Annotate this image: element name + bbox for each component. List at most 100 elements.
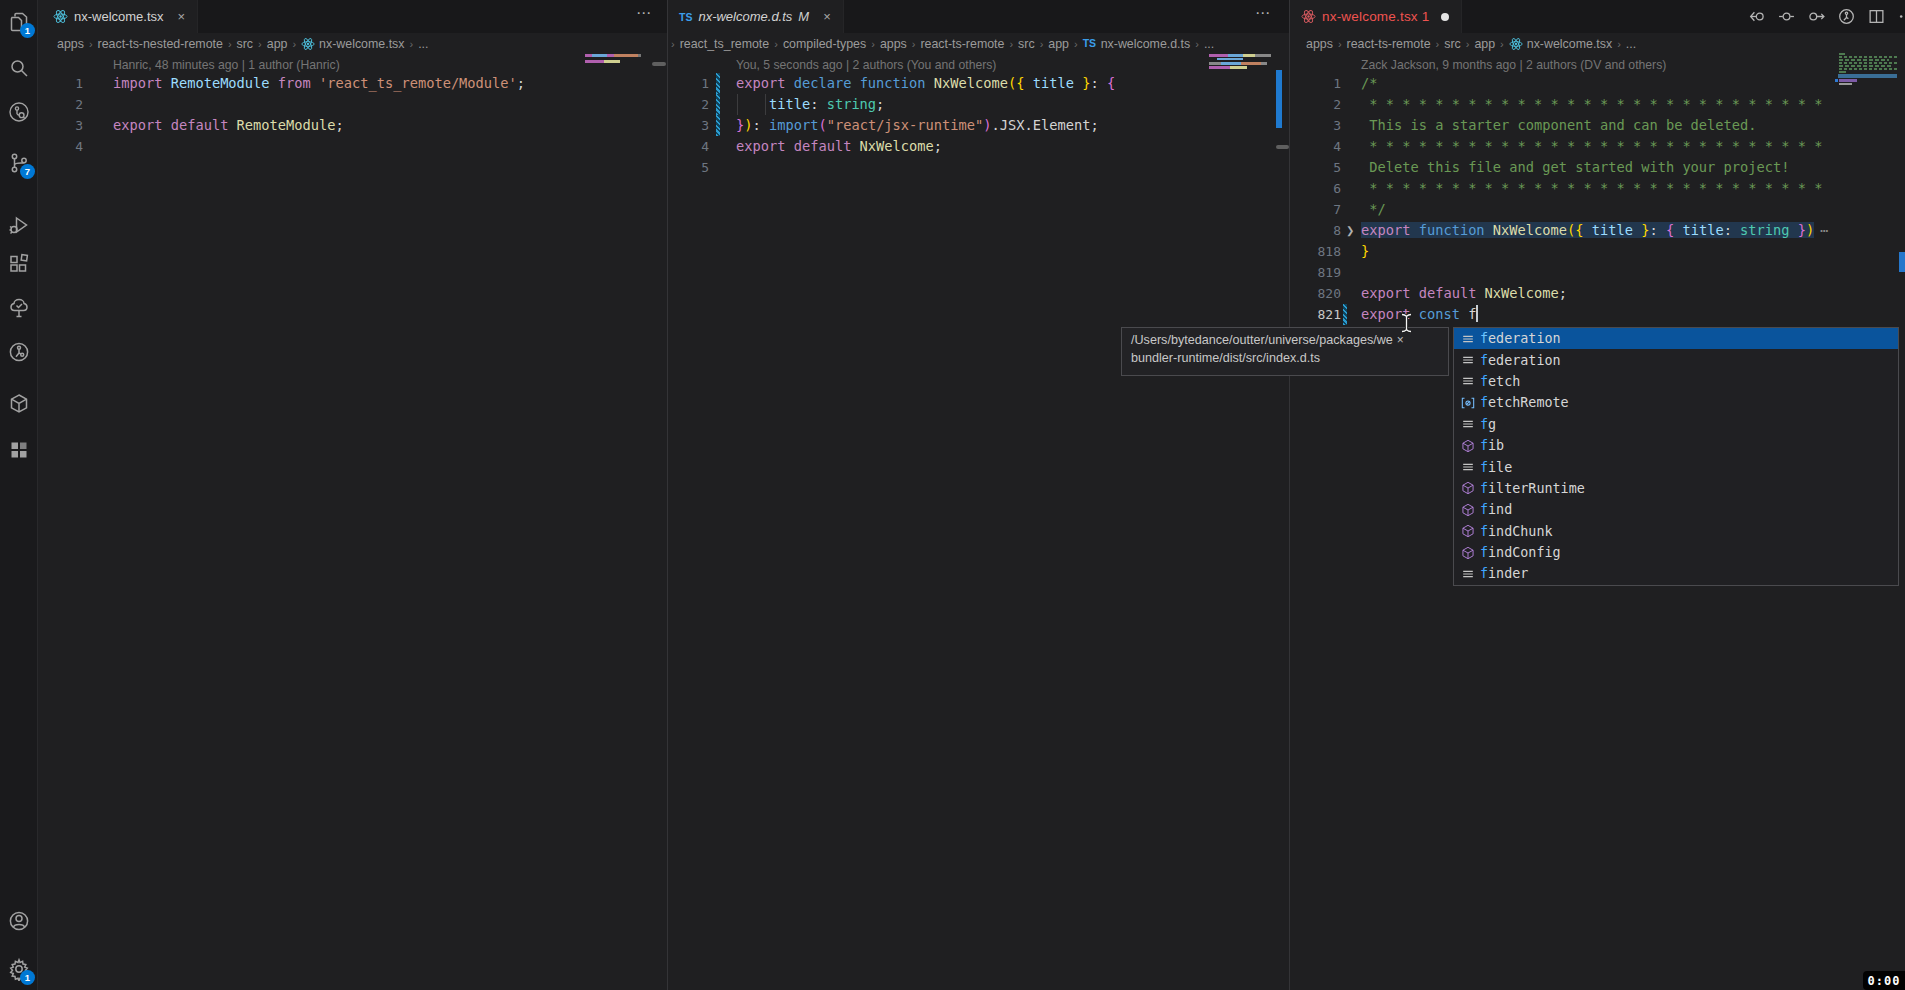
editor-body[interactable]: Hanric, 48 minutes ago | 1 author (Hanri… [38,55,667,990]
code-line[interactable]: 1/* [1290,73,1905,94]
breadcrumb-item[interactable]: src [237,37,254,51]
editor-body[interactable]: You, 5 seconds ago | 2 authors (You and … [668,55,1289,990]
breadcrumb-item[interactable]: TSnx-welcome.d.ts [1083,37,1191,51]
breadcrumb-item[interactable]: app [1474,37,1495,51]
code-line[interactable]: 3export default RemoteModule; [38,115,667,136]
breadcrumb-item[interactable]: react-ts-remote [1347,37,1431,51]
code-line[interactable]: 1export declare function NxWelcome({ tit… [668,73,1289,94]
breadcrumb-item[interactable]: ... [418,37,428,51]
breadcrumb-item[interactable]: src [1444,37,1461,51]
activity-bar-item-account[interactable] [0,902,38,940]
activity-bar-item-extensions[interactable] [0,245,38,283]
code-line[interactable]: 4 * * * * * * * * * * * * * * * * * * * … [1290,136,1905,157]
discard-icon[interactable] [1746,6,1766,26]
code-line[interactable]: 2 title: string; [668,94,1289,115]
chevron-right-icon: › [1009,38,1013,50]
code-line[interactable]: 820export default NxWelcome; [1290,283,1905,304]
breadcrumb-item[interactable]: compiled-types [783,37,866,51]
suggestion-item[interactable]: fetchRemote [1454,392,1898,413]
compare-changes-icon[interactable] [1776,6,1796,26]
breadcrumb-item[interactable]: apps [57,37,84,51]
suggestion-item[interactable]: findConfig [1454,542,1898,563]
breadcrumb[interactable]: ›react_ts_remote›compiled-types›apps›rea… [671,33,1214,55]
code-line[interactable]: 3}): import("react/jsx-runtime").JSX.Ele… [668,115,1289,136]
suggestion-item[interactable]: fg [1454,414,1898,435]
breadcrumb[interactable]: apps›react-ts-nested-remote›src›app›nx-w… [57,33,429,55]
folded-ellipsis[interactable]: ⋯ [1820,222,1828,238]
activity-bar-item-todo-tree[interactable] [0,289,38,327]
code-line[interactable]: 5 [668,157,1289,178]
symbol-constant-icon [1459,416,1476,432]
suggestion-item[interactable]: findChunk [1454,521,1898,542]
code-text: import RemoteModule from 'react_ts_remot… [113,73,525,94]
more-actions-icon[interactable]: ⋯ [636,4,652,22]
code-line[interactable]: 8❯export function NxWelcome({ title }: {… [1290,220,1905,241]
split-editor-icon[interactable] [1866,6,1886,26]
minimap[interactable] [1839,53,1845,55]
tab-nx-welcome-dts[interactable]: TS nx-welcome.d.ts M × [668,0,844,33]
code-line[interactable]: 2 * * * * * * * * * * * * * * * * * * * … [1290,94,1905,115]
code-line[interactable]: 5 Delete this file and get started with … [1290,157,1905,178]
more-actions-icon[interactable] [1896,6,1905,26]
breadcrumb-item[interactable]: nx-welcome.tsx [1509,37,1612,51]
breadcrumb-item[interactable]: apps [1306,37,1333,51]
activity-bar-item-run-debug[interactable] [0,206,38,244]
activity-bar-item-timeline[interactable] [0,333,38,371]
fold-chevron-icon[interactable]: ❯ [1346,220,1354,241]
code-line[interactable]: 2 [38,94,667,115]
close-icon[interactable]: × [823,9,831,24]
timeline-icon[interactable] [1836,6,1856,26]
breadcrumb-item[interactable]: app [267,37,288,51]
suggestion-item[interactable]: federation [1454,349,1898,370]
minimap[interactable] [585,54,641,57]
suggestion-item[interactable]: find [1454,499,1898,520]
line-number: 2 [668,94,709,115]
tab-nx-welcome-tsx-1[interactable]: nx-welcome.tsx 1 [1290,0,1462,33]
gutter [1341,304,1361,325]
code-line[interactable]: 4export default NxWelcome; [668,136,1289,157]
suggestion-list[interactable]: federationfederationfetchfetchRemotefgfi… [1453,327,1899,586]
symbol-method-icon [1459,502,1476,518]
close-icon[interactable]: × [178,9,186,24]
line-number: 3 [668,115,709,136]
line-number: 4 [668,136,709,157]
activity-bar-item-explorer[interactable]: 1 [0,3,38,41]
activity-bar-item-settings-gear[interactable]: 1 [0,950,38,988]
breadcrumb-item[interactable]: ... [1204,37,1214,51]
code-line[interactable]: 819 [1290,262,1905,283]
activity-bar-item-grid[interactable] [0,431,38,469]
suggestion-item[interactable]: fetch [1454,371,1898,392]
more-actions-icon[interactable]: ⋯ [1255,4,1271,22]
code-line[interactable]: 818} [1290,241,1905,262]
breadcrumb-item[interactable]: src [1018,37,1035,51]
code-line[interactable]: 7 */ [1290,199,1905,220]
code-line[interactable]: 1import RemoteModule from 'react_ts_remo… [38,73,667,94]
code-line[interactable]: 4 [38,136,667,157]
activity-bar-item-source-control[interactable]: 7 [0,144,38,182]
breadcrumb[interactable]: apps›react-ts-remote›src›app›nx-welcome.… [1306,33,1636,55]
activity-bar-item-code-review[interactable] [0,93,38,131]
activity-bar-item-search[interactable] [0,49,38,87]
breadcrumb-item[interactable]: react-ts-remote [920,37,1004,51]
code-line[interactable]: 6 * * * * * * * * * * * * * * * * * * * … [1290,178,1905,199]
line-number: 4 [38,136,83,157]
suggestion-item[interactable]: fib [1454,435,1898,456]
suggestion-item[interactable]: filterRuntime [1454,478,1898,499]
minimap[interactable] [1209,54,1271,57]
breadcrumb-item[interactable]: react-ts-nested-remote [98,37,223,51]
line-number: 3 [1290,115,1341,136]
breadcrumb-item[interactable]: app [1048,37,1069,51]
suggestion-item[interactable]: finder [1454,563,1898,584]
suggestion-item[interactable]: federation [1454,328,1898,349]
code-line[interactable]: 821export const f [1290,304,1905,325]
breadcrumb-item[interactable]: react_ts_remote [680,37,770,51]
breadcrumb-item[interactable]: apps [880,37,907,51]
suggestion-item[interactable]: file [1454,456,1898,477]
activity-bar-item-module[interactable] [0,385,38,423]
breadcrumb-item[interactable]: ... [1626,37,1636,51]
code-line[interactable]: 3 This is a starter component and can be… [1290,115,1905,136]
line-number: 4 [1290,136,1341,157]
tab-nx-welcome-tsx[interactable]: nx-welcome.tsx × [38,0,198,33]
next-change-icon[interactable] [1806,6,1826,26]
breadcrumb-item[interactable]: nx-welcome.tsx [301,37,404,51]
